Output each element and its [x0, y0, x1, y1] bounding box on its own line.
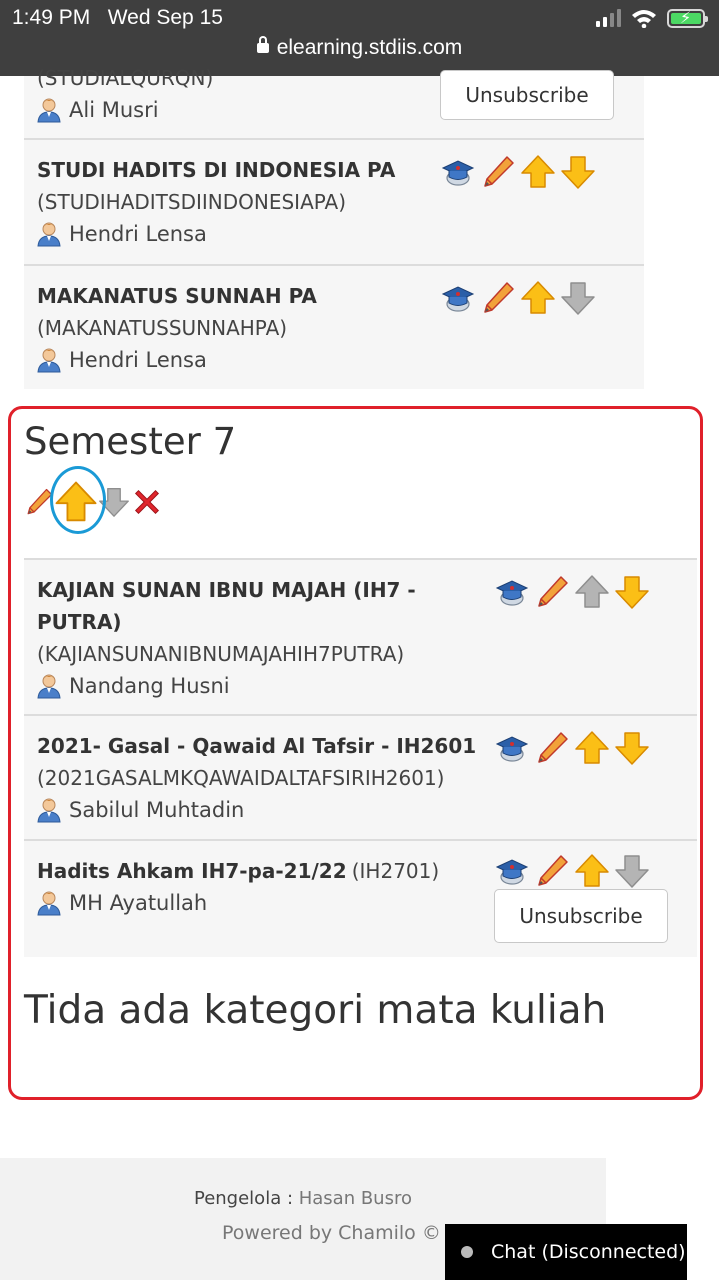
- wifi-icon: [632, 10, 656, 28]
- arrow-down-icon[interactable]: [614, 730, 650, 766]
- course-item: STUDI HADITS DI INDONESIA PA (STUDIHADIT…: [24, 140, 644, 266]
- graduation-cap-icon[interactable]: [494, 574, 530, 610]
- course-item: 2021- Gasal - Qawaid Al Tafsir - IH2601 …: [24, 716, 697, 841]
- course-code: (STUDIHADITSDIINDONESIAPA): [37, 190, 347, 214]
- course-actions: [494, 730, 650, 766]
- pencil-icon[interactable]: [480, 154, 516, 190]
- cellular-signal-icon: [596, 9, 621, 27]
- unsubscribe-button[interactable]: Unsubscribe: [440, 70, 614, 120]
- arrow-up-icon[interactable]: [520, 154, 556, 190]
- unsubscribe-button[interactable]: Unsubscribe: [494, 889, 668, 943]
- course-teacher: Nandang Husni: [37, 670, 416, 702]
- course-actions: [494, 853, 650, 889]
- status-time: 1:49 PM Wed Sep 15: [12, 6, 223, 30]
- course-item: Hadits Ahkam IH7-pa-21/22 (IH2701) MH Ay…: [24, 841, 697, 957]
- arrow-up-icon[interactable]: [574, 853, 610, 889]
- user-icon: [37, 797, 61, 823]
- user-icon: [37, 673, 61, 699]
- pencil-icon[interactable]: [480, 280, 516, 316]
- footer-powered-by[interactable]: Powered by Chamilo © 2: [222, 1222, 459, 1244]
- teacher-name[interactable]: Hendri Lensa: [69, 344, 207, 376]
- course-teacher: Sabilul Muhtadin: [37, 794, 476, 826]
- course-title[interactable]: 2021- Gasal - Qawaid Al Tafsir - IH2601: [37, 730, 476, 762]
- teacher-name[interactable]: Hendri Lensa: [69, 218, 207, 250]
- url-bar[interactable]: elearning.stdiis.com: [0, 36, 719, 60]
- course-code: (STUDIALQURQN): [37, 66, 214, 90]
- manager-link[interactable]: Hasan Busro: [299, 1188, 412, 1209]
- course-item: KAJIAN SUNAN IBNU MAJAH (IH7 - PUTRA) (K…: [24, 558, 697, 716]
- chat-label: Chat (Disconnected): [491, 1241, 686, 1263]
- course-code: (IH2701): [351, 859, 440, 883]
- course-item: (STUDIALQURQN) Ali Musri Unsubscribe: [24, 66, 644, 140]
- course-actions: [494, 574, 650, 610]
- course-code: (KAJIANSUNANIBNUMAJAHIH7PUTRA): [37, 642, 405, 666]
- user-icon: [37, 97, 61, 123]
- course-title-continued[interactable]: PUTRA): [37, 606, 416, 638]
- status-time-text: 1:49 PM: [12, 6, 91, 29]
- course-title-row: Hadits Ahkam IH7-pa-21/22 (IH2701): [37, 855, 439, 887]
- no-category-message: Tida ada kategori mata kuliah: [24, 988, 607, 1033]
- arrow-up-icon[interactable]: [574, 730, 610, 766]
- course-code: (2021GASALMKQAWAIDALTAFSIRIH2601): [37, 766, 445, 790]
- semester-title: Semester 7: [24, 420, 237, 463]
- course-item: MAKANATUS SUNNAH PA (MAKANATUSSUNNAHPA) …: [24, 266, 644, 389]
- arrow-down-disabled-icon: [560, 280, 596, 316]
- graduation-cap-icon[interactable]: [440, 280, 476, 316]
- lock-icon: [256, 36, 269, 53]
- course-teacher: Hendri Lensa: [37, 344, 317, 376]
- teacher-name[interactable]: MH Ayatullah: [69, 887, 207, 919]
- arrow-down-icon[interactable]: [560, 154, 596, 190]
- course-title[interactable]: STUDI HADITS DI INDONESIA PA: [37, 154, 395, 186]
- arrow-down-icon[interactable]: [614, 574, 650, 610]
- course-title[interactable]: Hadits Ahkam IH7-pa-21/22: [37, 859, 347, 883]
- pencil-icon[interactable]: [534, 853, 570, 889]
- graduation-cap-icon[interactable]: [494, 730, 530, 766]
- graduation-cap-icon[interactable]: [440, 154, 476, 190]
- course-teacher: Hendri Lensa: [37, 218, 395, 250]
- status-date-text: Wed Sep 15: [107, 6, 223, 29]
- manager-label: Pengelola :: [193, 1188, 299, 1209]
- course-teacher: MH Ayatullah: [37, 887, 439, 919]
- course-title[interactable]: MAKANATUS SUNNAH PA: [37, 280, 317, 312]
- user-icon: [37, 221, 61, 247]
- user-icon: [37, 890, 61, 916]
- arrow-up-icon[interactable]: [520, 280, 556, 316]
- course-teacher: Ali Musri: [37, 94, 159, 126]
- arrow-down-disabled-icon: [614, 853, 650, 889]
- graduation-cap-icon[interactable]: [494, 853, 530, 889]
- teacher-name[interactable]: Sabilul Muhtadin: [69, 794, 244, 826]
- status-indicators: ⚡: [596, 8, 708, 28]
- footer-manager: Pengelola : Hasan Busro: [0, 1188, 606, 1209]
- course-actions: [440, 280, 596, 316]
- url-text: elearning.stdiis.com: [276, 36, 463, 59]
- course-title[interactable]: KAJIAN SUNAN IBNU MAJAH (IH7 -: [37, 574, 416, 606]
- chat-status-icon: [461, 1246, 473, 1258]
- pencil-icon[interactable]: [534, 574, 570, 610]
- user-icon: [37, 347, 61, 373]
- teacher-name[interactable]: Ali Musri: [69, 94, 159, 126]
- battery-charging-icon: ⚡: [667, 8, 708, 28]
- delete-icon[interactable]: [130, 484, 164, 520]
- teacher-name[interactable]: Nandang Husni: [69, 670, 230, 702]
- arrow-up-disabled-icon: [574, 574, 610, 610]
- pencil-icon[interactable]: [534, 730, 570, 766]
- circle-annotation: [50, 466, 106, 534]
- course-code: (MAKANATUSSUNNAHPA): [37, 316, 288, 340]
- course-actions: [440, 154, 596, 190]
- chat-widget[interactable]: Chat (Disconnected): [445, 1224, 687, 1280]
